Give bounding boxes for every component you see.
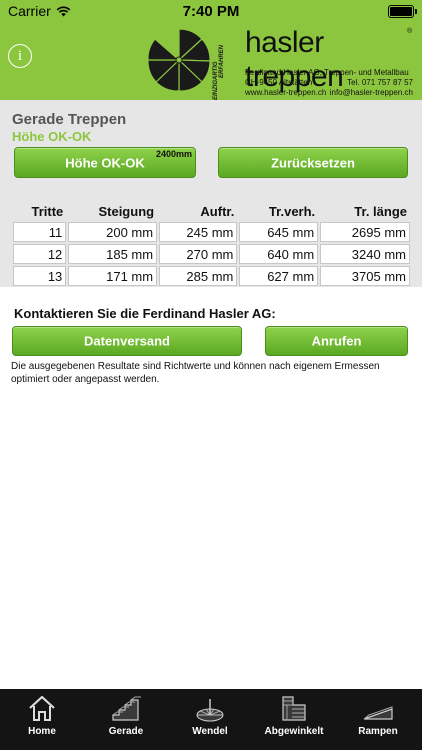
table-row: 13 171 mm 285 mm 627 mm 3705 mm (13, 266, 410, 286)
send-data-button[interactable]: Datenversand (12, 326, 242, 356)
table-cell: 285 mm (159, 266, 238, 286)
table-cell: 3240 mm (320, 244, 410, 264)
spiral-stairs-icon (196, 699, 224, 722)
tab-abgewinkelt[interactable]: Abgewinkelt (252, 689, 336, 750)
table-row: 11 200 mm 245 mm 645 mm 2695 mm (13, 222, 410, 242)
results-table: Tritte Steigung Auftr. Tr.verh. Tr. läng… (11, 200, 412, 288)
table-cell: 245 mm (159, 222, 238, 242)
table-cell: 171 mm (68, 266, 158, 286)
straight-stairs-icon (112, 696, 141, 721)
tab-rampen[interactable]: Rampen (336, 689, 420, 750)
tab-label: Home (28, 726, 56, 737)
column-header: Auftr. (200, 203, 235, 219)
table-cell: 645 mm (239, 222, 319, 242)
app-header: i EINZIGARTIG ERFAHREN hasler treppen ® … (0, 22, 422, 100)
table-cell: 640 mm (239, 244, 319, 264)
table-cell: 13 (13, 266, 67, 286)
spiral-logo-icon (147, 28, 211, 92)
height-value-badge: 2400mm (155, 149, 192, 159)
reset-button-label: Zurücksetzen (271, 155, 355, 170)
tagline-text: EINZIGARTIG ERFAHREN (213, 44, 225, 100)
page-title: Gerade Treppen (12, 111, 127, 128)
info-icon[interactable]: i (8, 44, 32, 68)
company-address: Ferdinand Hasler AG, Treppen- und Metall… (245, 68, 413, 98)
logo-tagline: EINZIGARTIG ERFAHREN (212, 36, 225, 104)
address-phone: Tel. 071 757 87 57 (347, 78, 413, 87)
table-cell: 2695 mm (320, 222, 410, 242)
column-header: Steigung (98, 203, 155, 219)
address-email: info@hasler-treppen.ch (329, 88, 413, 97)
registered-mark: ® (407, 28, 413, 35)
address-city: CH-9450 Altstätten (245, 78, 313, 87)
table-cell: 200 mm (68, 222, 158, 242)
tab-home[interactable]: Home (0, 689, 84, 750)
tab-label: Gerade (108, 726, 144, 737)
tab-gerade[interactable]: Gerade (84, 689, 168, 750)
status-time: 7:40 PM (182, 3, 240, 20)
table-row: 12 185 mm 270 mm 640 mm 3240 mm (13, 244, 410, 264)
table-cell: 185 mm (68, 244, 158, 264)
column-header: Tr.verh. (268, 203, 316, 219)
tab-label: Rampen (358, 726, 398, 737)
reset-button[interactable]: Zurücksetzen (218, 147, 408, 178)
page-subtitle: Höhe OK-OK (12, 129, 92, 144)
send-data-label: Datenversand (84, 333, 170, 349)
column-header: Tritte (31, 203, 64, 219)
home-icon (29, 695, 55, 721)
call-label: Anrufen (311, 333, 362, 349)
status-bar: Carrier 7:40 PM (0, 0, 422, 22)
contact-heading: Kontaktieren Sie die Ferdinand Hasler AG… (14, 306, 276, 321)
tab-bar: Home Gerade Wendel Abgewinkelt Rampen (0, 689, 422, 750)
address-line: Ferdinand Hasler AG, Treppen- und Metall… (245, 68, 409, 77)
height-button[interactable]: Höhe OK-OK 2400mm (14, 147, 196, 178)
tab-label: Wendel (192, 726, 228, 737)
address-website: www.hasler-treppen.ch (245, 88, 327, 97)
table-cell: 627 mm (239, 266, 319, 286)
table-cell: 270 mm (159, 244, 238, 264)
ramp-icon (363, 706, 393, 720)
call-button[interactable]: Anrufen (265, 326, 408, 356)
angled-stairs-icon (282, 696, 306, 721)
calculator-panel: Gerade Treppen Höhe OK-OK Höhe OK-OK 240… (0, 100, 422, 287)
table-header-row: Tritte Steigung Auftr. Tr.verh. Tr. läng… (13, 202, 410, 220)
column-header: Tr. länge (354, 203, 407, 219)
tab-label: Abgewinkelt (264, 726, 324, 737)
tab-wendel[interactable]: Wendel (168, 689, 252, 750)
svg-text:ERFAHREN: ERFAHREN (219, 44, 224, 78)
table-cell: 11 (13, 222, 67, 242)
table-cell: 12 (13, 244, 67, 264)
table-cell: 3705 mm (320, 266, 410, 286)
battery-icon (388, 5, 417, 18)
disclaimer-text: Die ausgegebenen Resultate sind Richtwer… (11, 361, 380, 385)
